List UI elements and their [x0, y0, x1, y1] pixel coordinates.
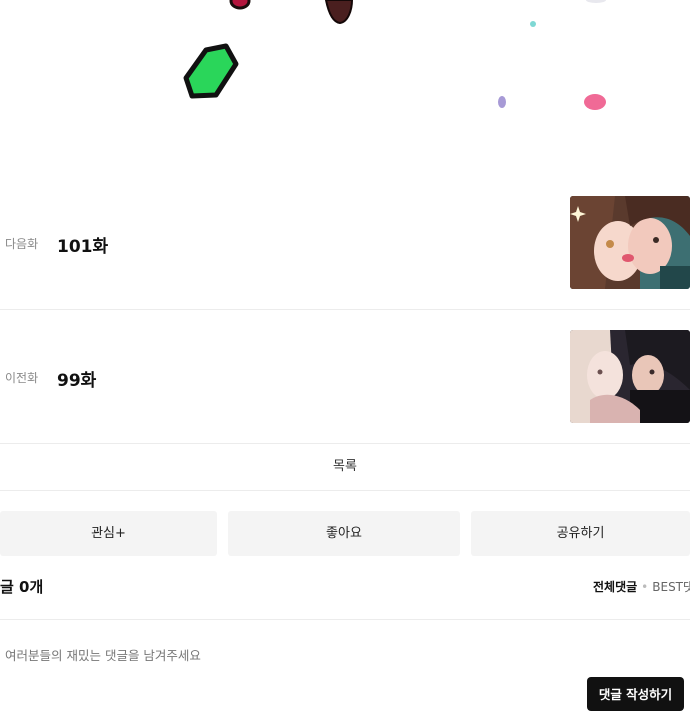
next-episode-row[interactable]: 다음화 101화 — [0, 177, 690, 310]
like-button[interactable]: 좋아요 — [228, 511, 460, 556]
sort-separator: • — [641, 580, 649, 594]
comment-input[interactable]: 여러분들의 재밌는 댓글을 남겨주세요 — [5, 645, 201, 664]
purple-petal — [498, 96, 506, 108]
cyan-sparkle — [530, 21, 536, 27]
next-episode-title: 101화 — [57, 237, 109, 257]
sort-all-comments-tab[interactable]: 전체댓글 — [593, 580, 637, 594]
dark-droplet — [324, 0, 354, 25]
comic-panel-artwork — [183, 0, 606, 110]
red-blob — [229, 0, 251, 10]
previous-episode-thumbnail[interactable] — [570, 330, 690, 423]
previous-episode-row[interactable]: 이전화 99화 — [0, 311, 690, 444]
share-button[interactable]: 공유하기 — [471, 511, 690, 556]
previous-episode-title: 99화 — [57, 371, 97, 391]
previous-episode-label: 이전화 — [5, 371, 39, 385]
subscribe-button[interactable]: 관심+ — [0, 511, 217, 556]
green-gem — [183, 43, 239, 99]
comment-count: 글 0개 — [0, 578, 44, 596]
comments-divider — [0, 619, 690, 620]
comment-sort-tabs: 전체댓글 • BEST댓 — [593, 578, 690, 595]
next-episode-thumbnail[interactable] — [570, 196, 690, 289]
pink-petal — [584, 94, 606, 110]
episode-list-link[interactable]: 목록 — [0, 444, 690, 491]
sort-best-comments-tab[interactable]: BEST댓 — [652, 580, 690, 594]
write-comment-button[interactable]: 댓글 작성하기 — [587, 677, 684, 711]
next-episode-label: 다음화 — [5, 237, 39, 251]
